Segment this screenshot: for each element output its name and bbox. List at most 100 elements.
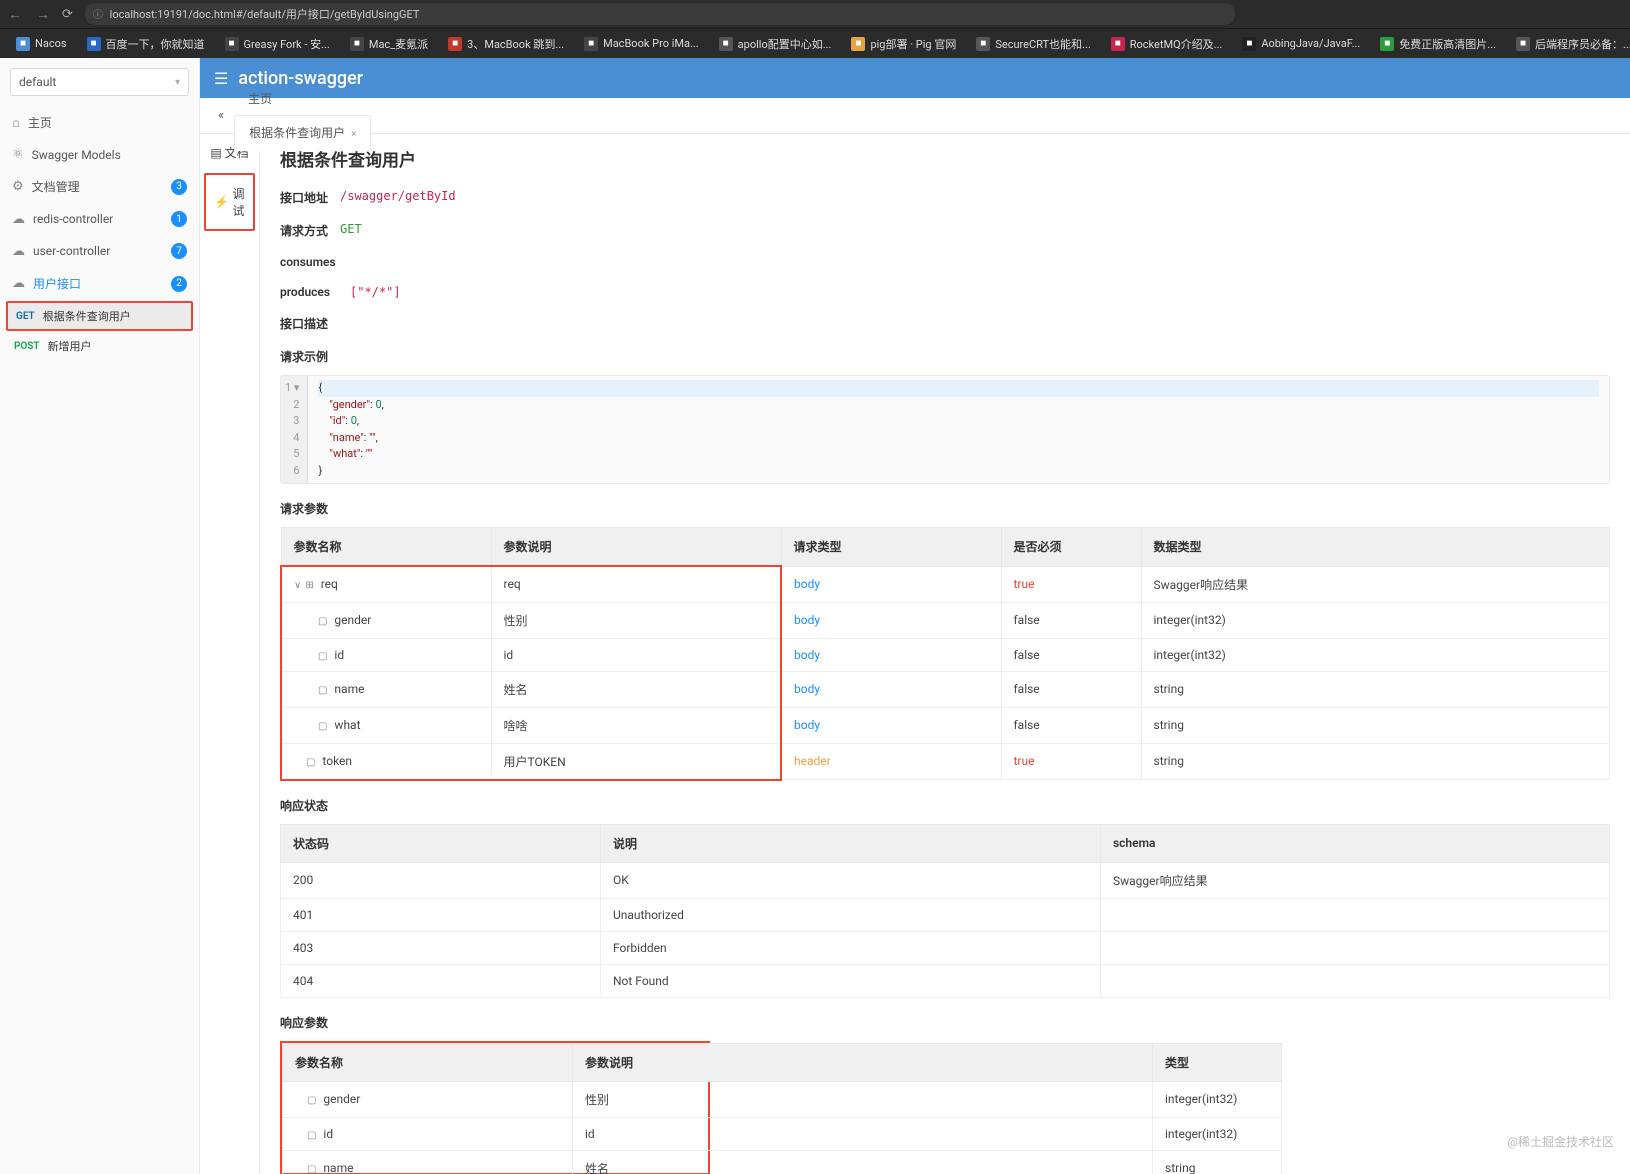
- count-badge: 7: [171, 243, 187, 259]
- debug-tab[interactable]: ⚡调试: [204, 173, 255, 231]
- request-params-table: 参数名称参数说明请求类型是否必须数据类型 ∨⊞ reqreqbodytrueSw…: [280, 527, 1610, 781]
- site-info-icon: ⓘ: [93, 10, 103, 21]
- cloud-icon: ☁: [12, 276, 25, 291]
- bookmark-favicon: ■: [225, 37, 239, 51]
- field-icon: ▢: [318, 721, 327, 732]
- browser-nav-bar: ← → ⟳ ⓘ localhost:19191/doc.html#/defaul…: [0, 0, 1630, 28]
- sidebar: default ▾ ⌂主页⚛Swagger Models⚙文档管理3☁redis…: [0, 58, 200, 1174]
- table-header: 是否必须: [1001, 528, 1141, 567]
- document-body: 根据条件查询用户 接口地址 /swagger/getById 请求方式 GET …: [260, 134, 1630, 1174]
- table-row: ▢ name姓名string: [283, 1150, 1282, 1174]
- bookmark-item[interactable]: ■MacBook Pro iMa...: [576, 34, 707, 54]
- request-example-code: 1 ▾23456 { "gender": 0, "id": 0, "name":…: [280, 375, 1610, 484]
- bookmark-item[interactable]: ■RocketMQ介绍及...: [1103, 33, 1231, 55]
- object-icon: ⊞: [305, 580, 313, 591]
- bookmark-favicon: ■: [976, 37, 990, 51]
- field-icon: ▢: [307, 1164, 316, 1174]
- table-header: schema: [1101, 824, 1610, 862]
- bookmark-item[interactable]: ■apollo配置中心如...: [711, 33, 840, 55]
- table-header: 类型: [1153, 1043, 1282, 1081]
- http-method-badge: POST: [14, 341, 40, 352]
- watermark: @稀土掘金技术社区: [1507, 1133, 1614, 1150]
- table-header: 请求类型: [781, 528, 1001, 567]
- table-row: 404Not Found: [281, 964, 1610, 997]
- models-icon: ⚛: [12, 147, 24, 162]
- produces-value: ["*/*"]: [350, 285, 401, 299]
- bookmark-item[interactable]: ■Greasy Fork - 安...: [217, 33, 338, 55]
- table-row: 200OKSwagger响应结果: [281, 862, 1610, 898]
- menu-toggle-icon[interactable]: ☰: [214, 69, 228, 88]
- bookmarks-bar: ■Nacos■百度一下，你就知道■Greasy Fork - 安...■Mac_…: [0, 28, 1630, 58]
- bookmark-item[interactable]: ■百度一下，你就知道: [79, 33, 213, 55]
- bookmark-item[interactable]: ■AobingJava/JavaF...: [1234, 34, 1368, 54]
- sidebar-item[interactable]: ☁user-controller7: [0, 235, 199, 267]
- sidebar-item[interactable]: ⌂主页: [0, 106, 199, 139]
- sidebar-item[interactable]: ☁用户接口2: [0, 267, 199, 300]
- side-tabs: ▤文档⚡调试: [200, 134, 260, 1174]
- table-header: 数据类型: [1141, 528, 1610, 567]
- api-endpoint-item[interactable]: POST新增用户: [0, 332, 199, 360]
- tabs-bar: « 主页根据条件查询用户×: [200, 98, 1630, 134]
- back-button[interactable]: ←: [8, 6, 22, 23]
- table-row: ▢ ididinteger(int32): [283, 1117, 1282, 1150]
- url-text: localhost:19191/doc.html#/default/用户接口/g…: [110, 8, 420, 21]
- sidebar-item[interactable]: ⚙文档管理3: [0, 170, 199, 203]
- bookmark-favicon: ■: [851, 37, 865, 51]
- table-header: 参数说明: [491, 528, 781, 567]
- bookmark-item[interactable]: ■SecureCRT也能和...: [968, 33, 1098, 55]
- produces-label: produces: [280, 285, 350, 299]
- address-bar[interactable]: ⓘ localhost:19191/doc.html#/default/用户接口…: [85, 3, 1235, 25]
- api-title: 根据条件查询用户: [280, 146, 1610, 171]
- doc-icon: ▤: [210, 146, 221, 160]
- table-row: ▢ name姓名bodyfalsestring: [281, 671, 1610, 707]
- reload-button[interactable]: ⟳: [62, 7, 73, 22]
- response-status-table: 状态码说明schema 200OKSwagger响应结果401Unauthori…: [280, 824, 1610, 998]
- cloud-icon: ☁: [12, 212, 25, 227]
- group-selector[interactable]: default ▾: [10, 68, 189, 96]
- bookmark-item[interactable]: ■后端程序员必备：...: [1508, 33, 1630, 55]
- table-row: 403Forbidden: [281, 931, 1610, 964]
- table-row: ▢ ididbodyfalseinteger(int32): [281, 638, 1610, 671]
- sidebar-item[interactable]: ⚛Swagger Models: [0, 139, 199, 170]
- table-row: ▢ token用户TOKENheadertruestring: [281, 743, 1610, 780]
- field-icon: ▢: [318, 616, 327, 627]
- forward-button[interactable]: →: [36, 6, 50, 23]
- table-row: 401Unauthorized: [281, 898, 1610, 931]
- consumes-label: consumes: [280, 255, 360, 269]
- bookmark-favicon: ■: [584, 37, 598, 51]
- field-icon: ▢: [307, 1130, 316, 1141]
- docmgr-icon: ⚙: [12, 179, 24, 194]
- response-params-table: 参数名称参数说明类型 ▢ gender性别integer(int32)▢ idi…: [282, 1043, 1282, 1174]
- cloud-icon: ☁: [12, 244, 25, 259]
- request-params-title: 请求参数: [280, 500, 1610, 517]
- chevron-down-icon: ▾: [175, 77, 180, 88]
- collapse-tabs-icon[interactable]: «: [210, 108, 232, 123]
- bookmark-item[interactable]: ■免费正版高清图片...: [1372, 33, 1504, 55]
- response-params-title: 响应参数: [280, 1014, 1610, 1031]
- expand-icon[interactable]: ∨: [294, 580, 301, 591]
- table-header: 参数名称: [283, 1043, 573, 1081]
- bookmark-item[interactable]: ■3、MacBook 跳到...: [440, 33, 572, 55]
- field-icon: ▢: [318, 651, 327, 662]
- table-row: ▢ gender性别integer(int32): [283, 1081, 1282, 1117]
- count-badge: 3: [171, 179, 187, 195]
- bookmark-item[interactable]: ■Mac_麦氪派: [342, 33, 436, 55]
- bookmark-favicon: ■: [1242, 37, 1256, 51]
- bookmark-item[interactable]: ■Nacos: [8, 34, 75, 54]
- sidebar-item[interactable]: ☁redis-controller1: [0, 203, 199, 235]
- count-badge: 2: [171, 276, 187, 292]
- api-endpoint-item[interactable]: GET根据条件查询用户: [6, 301, 193, 331]
- close-tab-icon[interactable]: ×: [351, 129, 356, 140]
- method-label: 请求方式: [280, 222, 340, 239]
- content-tab[interactable]: 主页: [234, 82, 371, 115]
- bookmark-favicon: ■: [1380, 37, 1394, 51]
- api-method: GET: [340, 222, 362, 239]
- http-method-badge: GET: [16, 311, 35, 322]
- response-status-title: 响应状态: [280, 797, 1610, 814]
- content-tab[interactable]: 根据条件查询用户×: [234, 115, 371, 151]
- bookmark-item[interactable]: ■pig部署 · Pig 官网: [843, 33, 964, 55]
- debug-icon: ⚡: [214, 195, 229, 209]
- count-badge: 1: [171, 211, 187, 227]
- bookmark-favicon: ■: [350, 37, 364, 51]
- bookmark-favicon: ■: [448, 37, 462, 51]
